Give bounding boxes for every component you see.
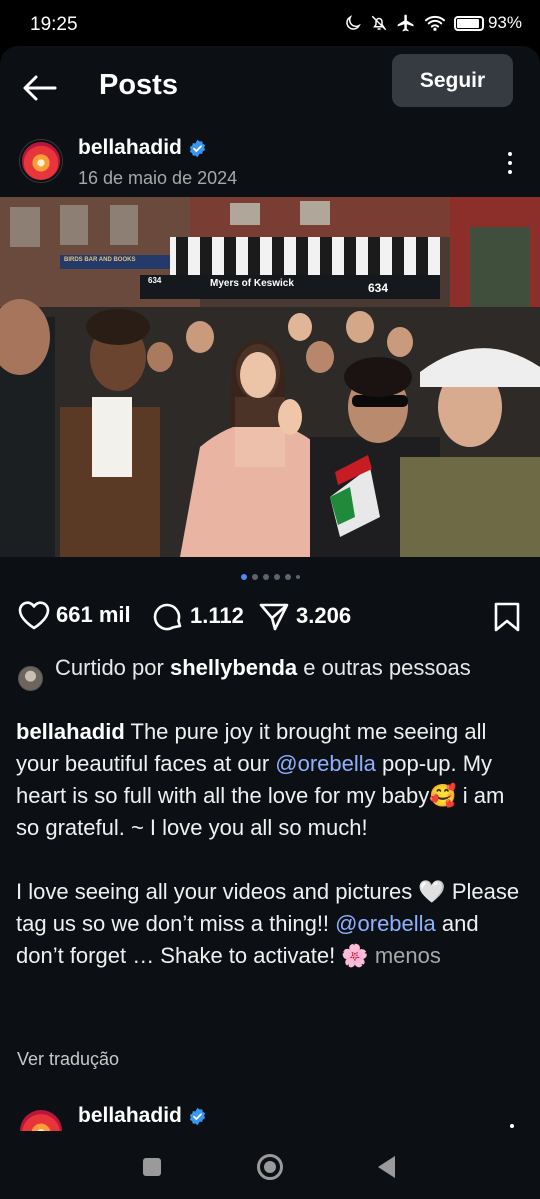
circle-icon (257, 1154, 283, 1180)
shop-name-sign: Myers of Keswick (210, 278, 294, 289)
caption-mention[interactable]: @orebella (335, 911, 436, 936)
post-date: 16 de maio de 2024 (78, 168, 238, 188)
top-bar: Posts Seguir (0, 46, 540, 126)
follow-button[interactable]: Seguir (392, 54, 513, 107)
liked-by-text: Curtido por shellybenda e outras pessoas (55, 652, 485, 684)
liker-avatar (18, 666, 43, 691)
airplane-icon (397, 14, 414, 32)
triangle-back-icon (378, 1156, 395, 1178)
bar-sign: BIRDS BAR AND BOOKS (64, 257, 136, 263)
post-image[interactable]: Myers of Keswick 634 634 BIRDS BAR AND B… (0, 197, 540, 557)
verified-badge-icon (189, 1107, 205, 1125)
carousel-dot (262, 574, 269, 580)
battery-icon: 93% (453, 13, 522, 33)
more-dot (508, 170, 512, 174)
more-options-button[interactable] (510, 1124, 514, 1131)
comment-icon (153, 603, 182, 631)
more-options-button[interactable] (500, 148, 520, 178)
post-image-illustration (0, 197, 540, 557)
share-button[interactable]: 3.206 (258, 600, 351, 632)
status-bar: 19:25 93% (0, 0, 540, 46)
liked-by-prefix: Curtido por (55, 655, 164, 680)
carousel-dot (251, 574, 258, 580)
more-dot (508, 152, 512, 156)
share-icon (259, 603, 289, 631)
carousel-dot (273, 574, 280, 580)
status-time: 19:25 (30, 14, 78, 35)
next-post-header: bellahadid (0, 1096, 540, 1131)
likes-count: 661 mil (56, 602, 131, 627)
battery-fill (456, 18, 480, 28)
see-translation-link[interactable]: Ver tradução (17, 1049, 119, 1070)
page-title: Posts (99, 69, 178, 101)
liked-by-user[interactable]: shellybenda (170, 655, 297, 680)
home-button[interactable] (256, 1153, 284, 1186)
heart-icon (18, 601, 50, 630)
left-number-sign: 634 (148, 276, 162, 285)
shares-count: 3.206 (296, 603, 352, 628)
post-username[interactable]: bellahadid (78, 136, 207, 160)
post-actions: 661 mil 1.112 3.206 (0, 596, 540, 636)
caption-username[interactable]: bellahadid (16, 719, 125, 744)
username-text: bellahadid (78, 1104, 182, 1127)
post-caption: bellahadid The pure joy it brought me se… (16, 716, 521, 972)
shop-number-sign: 634 (368, 281, 389, 295)
verified-badge-icon (189, 139, 205, 157)
carousel-dot (284, 574, 291, 580)
liked-by[interactable]: Curtido por shellybenda e outras pessoas (18, 652, 518, 712)
status-icons: 93% (344, 13, 522, 33)
carousel-dot (240, 574, 247, 580)
comment-button[interactable]: 1.112 (152, 600, 244, 632)
next-post-username[interactable]: bellahadid (78, 1104, 207, 1128)
back-nav-button[interactable] (376, 1155, 396, 1184)
carousel-dot (295, 575, 300, 579)
recents-button[interactable] (142, 1157, 162, 1182)
caption-less-link[interactable]: menos (375, 943, 441, 968)
moon-icon (346, 15, 361, 30)
back-button[interactable] (20, 70, 60, 106)
system-nav-bar (0, 1131, 540, 1199)
avatar[interactable] (20, 140, 62, 182)
liked-by-suffix: e outras pessoas (303, 655, 471, 680)
app-screen: Posts Seguir bellahadid 16 de maio de 20… (0, 46, 540, 1131)
username-text: bellahadid (78, 136, 182, 159)
square-icon (143, 1158, 161, 1176)
bell-off-icon (371, 15, 387, 31)
post-header: bellahadid 16 de maio de 2024 (0, 132, 540, 196)
more-dot (508, 161, 512, 165)
more-dot (510, 1124, 514, 1128)
caption-mention[interactable]: @orebella (275, 751, 376, 776)
save-button[interactable] (494, 602, 520, 637)
carousel-indicator (0, 573, 540, 581)
wifi-icon (424, 15, 445, 31)
comments-count: 1.112 (190, 603, 244, 628)
like-button[interactable]: 661 mil (18, 600, 131, 630)
battery-percent: 93% (487, 13, 522, 32)
avatar[interactable] (20, 1110, 62, 1131)
bookmark-icon (494, 602, 520, 632)
arrow-left-icon (23, 75, 57, 101)
